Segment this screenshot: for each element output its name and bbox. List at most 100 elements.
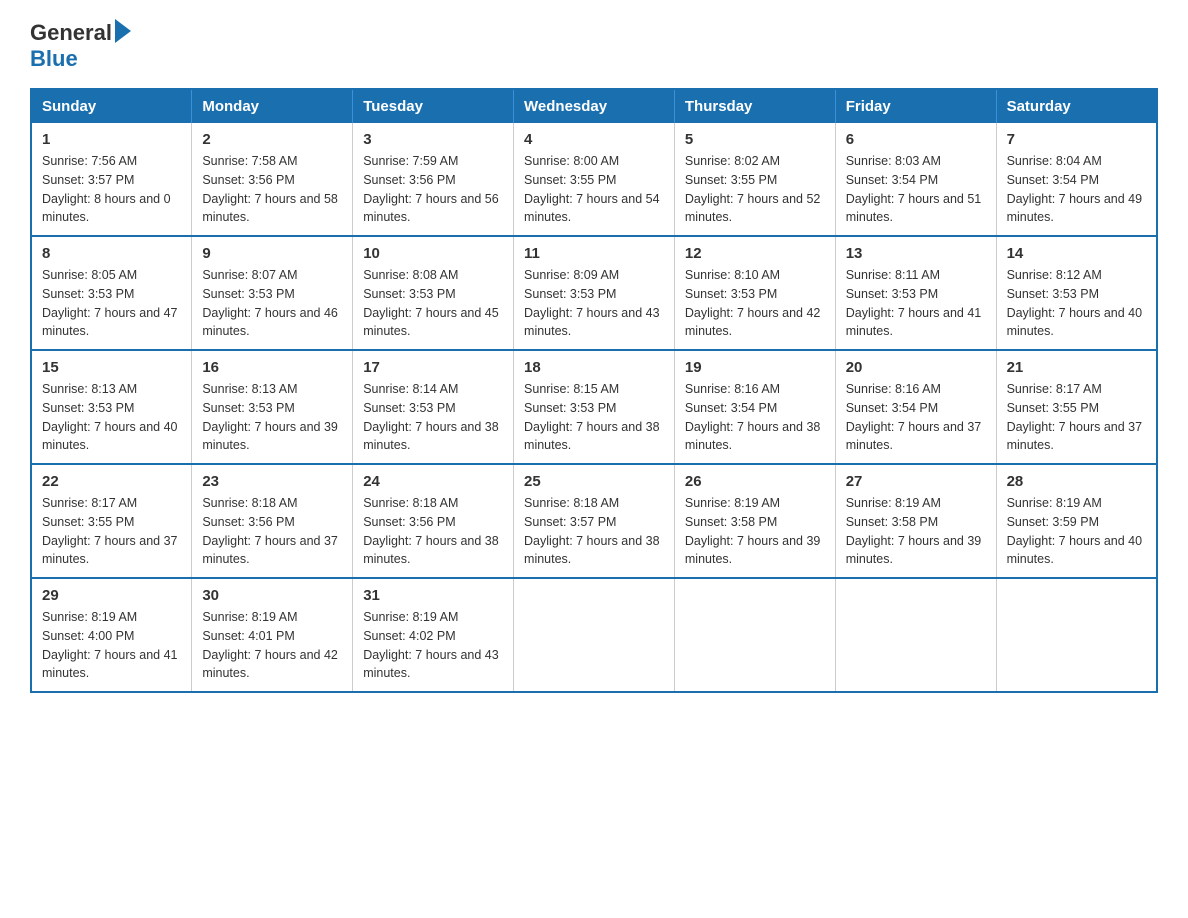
calendar-cell: 24 Sunrise: 8:18 AMSunset: 3:56 PMDayligh… bbox=[353, 464, 514, 578]
calendar-cell: 26 Sunrise: 8:19 AMSunset: 3:58 PMDayligh… bbox=[674, 464, 835, 578]
day-number: 23 bbox=[202, 473, 342, 490]
page-header: General Blue bbox=[30, 20, 1158, 72]
day-number: 25 bbox=[524, 473, 664, 490]
calendar-cell: 25 Sunrise: 8:18 AMSunset: 3:57 PMDayligh… bbox=[514, 464, 675, 578]
day-number: 28 bbox=[1007, 473, 1146, 490]
calendar-cell bbox=[514, 578, 675, 692]
calendar-cell: 29 Sunrise: 8:19 AMSunset: 4:00 PMDayligh… bbox=[31, 578, 192, 692]
day-info: Sunrise: 8:09 AMSunset: 3:53 PMDaylight:… bbox=[524, 266, 664, 341]
day-info: Sunrise: 8:08 AMSunset: 3:53 PMDaylight:… bbox=[363, 266, 503, 341]
day-info: Sunrise: 8:00 AMSunset: 3:55 PMDaylight:… bbox=[524, 152, 664, 227]
day-number: 16 bbox=[202, 359, 342, 376]
day-info: Sunrise: 7:59 AMSunset: 3:56 PMDaylight:… bbox=[363, 152, 503, 227]
day-info: Sunrise: 8:14 AMSunset: 3:53 PMDaylight:… bbox=[363, 380, 503, 455]
logo-arrow-icon bbox=[115, 19, 131, 43]
day-number: 21 bbox=[1007, 359, 1146, 376]
day-number: 4 bbox=[524, 131, 664, 148]
day-number: 29 bbox=[42, 587, 181, 604]
day-info: Sunrise: 8:18 AMSunset: 3:57 PMDaylight:… bbox=[524, 494, 664, 569]
calendar-week-row: 8 Sunrise: 8:05 AMSunset: 3:53 PMDaylight… bbox=[31, 236, 1157, 350]
calendar-cell: 12 Sunrise: 8:10 AMSunset: 3:53 PMDayligh… bbox=[674, 236, 835, 350]
day-info: Sunrise: 8:12 AMSunset: 3:53 PMDaylight:… bbox=[1007, 266, 1146, 341]
calendar-cell bbox=[674, 578, 835, 692]
calendar-cell: 20 Sunrise: 8:16 AMSunset: 3:54 PMDayligh… bbox=[835, 350, 996, 464]
day-info: Sunrise: 8:16 AMSunset: 3:54 PMDaylight:… bbox=[685, 380, 825, 455]
day-number: 12 bbox=[685, 245, 825, 262]
calendar-cell: 11 Sunrise: 8:09 AMSunset: 3:53 PMDayligh… bbox=[514, 236, 675, 350]
day-info: Sunrise: 8:07 AMSunset: 3:53 PMDaylight:… bbox=[202, 266, 342, 341]
day-number: 19 bbox=[685, 359, 825, 376]
day-number: 14 bbox=[1007, 245, 1146, 262]
day-info: Sunrise: 8:18 AMSunset: 3:56 PMDaylight:… bbox=[363, 494, 503, 569]
logo-blue-text: Blue bbox=[30, 46, 78, 72]
calendar-cell: 7 Sunrise: 8:04 AMSunset: 3:54 PMDaylight… bbox=[996, 123, 1157, 236]
day-number: 20 bbox=[846, 359, 986, 376]
day-number: 13 bbox=[846, 245, 986, 262]
day-info: Sunrise: 8:17 AMSunset: 3:55 PMDaylight:… bbox=[42, 494, 181, 569]
day-number: 9 bbox=[202, 245, 342, 262]
day-number: 3 bbox=[363, 131, 503, 148]
day-info: Sunrise: 8:19 AMSunset: 4:00 PMDaylight:… bbox=[42, 608, 181, 683]
calendar-week-row: 29 Sunrise: 8:19 AMSunset: 4:00 PMDayligh… bbox=[31, 578, 1157, 692]
day-info: Sunrise: 8:15 AMSunset: 3:53 PMDaylight:… bbox=[524, 380, 664, 455]
calendar-cell: 1 Sunrise: 7:56 AMSunset: 3:57 PMDaylight… bbox=[31, 123, 192, 236]
day-number: 10 bbox=[363, 245, 503, 262]
day-number: 15 bbox=[42, 359, 181, 376]
calendar-table: SundayMondayTuesdayWednesdayThursdayFrid… bbox=[30, 88, 1158, 693]
calendar-cell: 10 Sunrise: 8:08 AMSunset: 3:53 PMDayligh… bbox=[353, 236, 514, 350]
weekday-header-row: SundayMondayTuesdayWednesdayThursdayFrid… bbox=[31, 89, 1157, 123]
day-info: Sunrise: 8:19 AMSunset: 3:59 PMDaylight:… bbox=[1007, 494, 1146, 569]
calendar-cell: 21Sunrise: 8:17 AMSunset: 3:55 PMDayligh… bbox=[996, 350, 1157, 464]
day-number: 8 bbox=[42, 245, 181, 262]
day-number: 7 bbox=[1007, 131, 1146, 148]
day-number: 1 bbox=[42, 131, 181, 148]
day-info: Sunrise: 7:58 AMSunset: 3:56 PMDaylight:… bbox=[202, 152, 342, 227]
day-info: Sunrise: 8:18 AMSunset: 3:56 PMDaylight:… bbox=[202, 494, 342, 569]
calendar-cell: 6 Sunrise: 8:03 AMSunset: 3:54 PMDaylight… bbox=[835, 123, 996, 236]
calendar-cell: 4 Sunrise: 8:00 AMSunset: 3:55 PMDaylight… bbox=[514, 123, 675, 236]
day-info: Sunrise: 8:05 AMSunset: 3:53 PMDaylight:… bbox=[42, 266, 181, 341]
day-info: Sunrise: 7:56 AMSunset: 3:57 PMDaylight:… bbox=[42, 152, 181, 227]
logo: General Blue bbox=[30, 20, 131, 72]
day-info: Sunrise: 8:10 AMSunset: 3:53 PMDaylight:… bbox=[685, 266, 825, 341]
day-info: Sunrise: 8:19 AMSunset: 4:01 PMDaylight:… bbox=[202, 608, 342, 683]
calendar-cell: 8 Sunrise: 8:05 AMSunset: 3:53 PMDaylight… bbox=[31, 236, 192, 350]
logo-general-text: General bbox=[30, 20, 131, 46]
day-info: Sunrise: 8:19 AMSunset: 3:58 PMDaylight:… bbox=[685, 494, 825, 569]
day-info: Sunrise: 8:04 AMSunset: 3:54 PMDaylight:… bbox=[1007, 152, 1146, 227]
calendar-cell bbox=[996, 578, 1157, 692]
calendar-week-row: 15 Sunrise: 8:13 AMSunset: 3:53 PMDayligh… bbox=[31, 350, 1157, 464]
day-number: 26 bbox=[685, 473, 825, 490]
calendar-cell bbox=[835, 578, 996, 692]
calendar-cell: 9 Sunrise: 8:07 AMSunset: 3:53 PMDaylight… bbox=[192, 236, 353, 350]
day-number: 24 bbox=[363, 473, 503, 490]
calendar-cell: 16Sunrise: 8:13 AMSunset: 3:53 PMDayligh… bbox=[192, 350, 353, 464]
weekday-header-sunday: Sunday bbox=[31, 89, 192, 123]
calendar-cell: 14 Sunrise: 8:12 AMSunset: 3:53 PMDayligh… bbox=[996, 236, 1157, 350]
day-number: 27 bbox=[846, 473, 986, 490]
calendar-cell: 15 Sunrise: 8:13 AMSunset: 3:53 PMDayligh… bbox=[31, 350, 192, 464]
day-number: 11 bbox=[524, 245, 664, 262]
calendar-cell: 13 Sunrise: 8:11 AMSunset: 3:53 PMDayligh… bbox=[835, 236, 996, 350]
calendar-cell: 19 Sunrise: 8:16 AMSunset: 3:54 PMDayligh… bbox=[674, 350, 835, 464]
day-info: Sunrise: 8:19 AMSunset: 3:58 PMDaylight:… bbox=[846, 494, 986, 569]
weekday-header-thursday: Thursday bbox=[674, 89, 835, 123]
calendar-cell: 27 Sunrise: 8:19 AMSunset: 3:58 PMDayligh… bbox=[835, 464, 996, 578]
day-number: 6 bbox=[846, 131, 986, 148]
calendar-cell: 23 Sunrise: 8:18 AMSunset: 3:56 PMDayligh… bbox=[192, 464, 353, 578]
day-number: 5 bbox=[685, 131, 825, 148]
day-info: Sunrise: 8:11 AMSunset: 3:53 PMDaylight:… bbox=[846, 266, 986, 341]
calendar-cell: 28 Sunrise: 8:19 AMSunset: 3:59 PMDayligh… bbox=[996, 464, 1157, 578]
calendar-cell: 31 Sunrise: 8:19 AMSunset: 4:02 PMDayligh… bbox=[353, 578, 514, 692]
day-info: Sunrise: 8:13 AMSunset: 3:53 PMDaylight:… bbox=[42, 380, 181, 455]
calendar-cell: 3 Sunrise: 7:59 AMSunset: 3:56 PMDaylight… bbox=[353, 123, 514, 236]
calendar-cell: 22 Sunrise: 8:17 AMSunset: 3:55 PMDayligh… bbox=[31, 464, 192, 578]
day-number: 30 bbox=[202, 587, 342, 604]
day-info: Sunrise: 8:03 AMSunset: 3:54 PMDaylight:… bbox=[846, 152, 986, 227]
weekday-header-wednesday: Wednesday bbox=[514, 89, 675, 123]
day-info: Sunrise: 8:19 AMSunset: 4:02 PMDaylight:… bbox=[363, 608, 503, 683]
day-number: 22 bbox=[42, 473, 181, 490]
day-info: Sunrise: 8:16 AMSunset: 3:54 PMDaylight:… bbox=[846, 380, 986, 455]
day-number: 31 bbox=[363, 587, 503, 604]
calendar-week-row: 1 Sunrise: 7:56 AMSunset: 3:57 PMDaylight… bbox=[31, 123, 1157, 236]
